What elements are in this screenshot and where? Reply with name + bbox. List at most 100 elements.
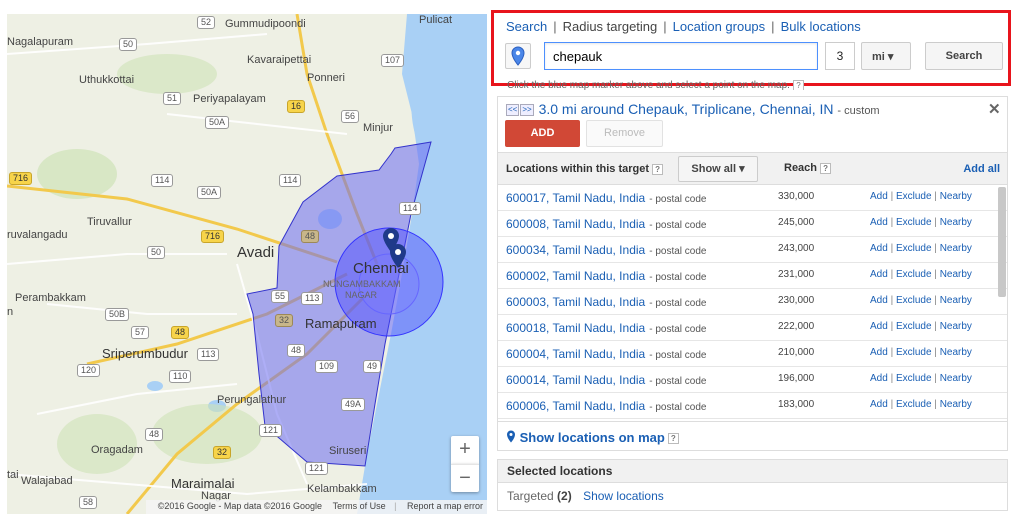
reach-value: 222,000	[778, 321, 815, 332]
location-name-link[interactable]: 600004, Tamil Nadu, India	[506, 347, 645, 361]
radius-input[interactable]: 3	[825, 42, 855, 70]
add-link[interactable]: Add	[870, 269, 888, 280]
map-label: ruvalangadu	[7, 229, 68, 241]
nearby-link[interactable]: Nearby	[940, 347, 972, 358]
add-link[interactable]: Add	[870, 321, 888, 332]
table-row: 600034, Tamil Nadu, India - postal code 2…	[498, 237, 1007, 263]
map-label: Walajabad	[21, 475, 73, 487]
add-link[interactable]: Add	[870, 347, 888, 358]
target-title-text[interactable]: 3.0 mi around Chepauk, Triplicane, Chenn…	[539, 101, 834, 117]
road-shield: 109	[315, 360, 339, 373]
location-name-link[interactable]: 600017, Tamil Nadu, India	[506, 191, 645, 205]
show-all-dropdown[interactable]: Show all ▾	[678, 156, 758, 182]
location-name-link[interactable]: 600034, Tamil Nadu, India	[506, 243, 645, 257]
nearby-link[interactable]: Nearby	[940, 295, 972, 306]
reach-value: 330,000	[778, 191, 815, 202]
map-label: Sriperumbudur	[102, 346, 188, 361]
map-label: Pulicat	[419, 14, 453, 26]
map-label: n	[7, 306, 14, 318]
road-shield: 114	[151, 174, 174, 187]
location-name-link[interactable]: 600003, Tamil Nadu, India	[506, 295, 645, 309]
table-row: 600018, Tamil Nadu, India - postal code 2…	[498, 315, 1007, 341]
exclude-link[interactable]: Exclude	[896, 217, 932, 228]
add-link[interactable]: Add	[870, 243, 888, 254]
road-shield: 48	[171, 326, 190, 339]
drop-pin-button[interactable]	[505, 43, 531, 69]
tab-bulk-locations[interactable]: Bulk locations	[781, 19, 861, 34]
map-label: Kelambakkam	[307, 483, 377, 495]
add-link[interactable]: Add	[870, 373, 888, 384]
exclude-link[interactable]: Exclude	[896, 243, 932, 254]
table-row: 600003, Tamil Nadu, India - postal code 2…	[498, 289, 1007, 315]
next-target-button[interactable]: >>	[520, 104, 534, 116]
show-locations-link[interactable]: Show locations	[583, 489, 664, 503]
map-footer: ©2016 Google - Map data ©2016 Google Ter…	[145, 500, 487, 514]
nearby-link[interactable]: Nearby	[940, 373, 972, 384]
nearby-link[interactable]: Nearby	[940, 243, 972, 254]
location-type: - postal code	[649, 194, 707, 205]
exclude-link[interactable]: Exclude	[896, 373, 932, 384]
tab-search[interactable]: Search	[506, 19, 547, 34]
road-shield: 32	[213, 446, 232, 459]
exclude-link[interactable]: Exclude	[896, 399, 932, 410]
nearby-link[interactable]: Nearby	[940, 191, 972, 202]
map-label: Ramapuram	[305, 316, 377, 331]
add-link[interactable]: Add	[870, 217, 888, 228]
exclude-link[interactable]: Exclude	[896, 347, 932, 358]
add-all-link[interactable]: Add all	[963, 163, 1000, 175]
map-canvas[interactable]	[7, 14, 487, 514]
locations-header: Locations within this target? Show all ▾…	[497, 152, 1008, 185]
zoom-out-button[interactable]: −	[451, 464, 479, 492]
map-label: Nagalapuram	[7, 36, 74, 48]
table-row: 600002, Tamil Nadu, India - postal code 2…	[498, 263, 1007, 289]
nearby-link[interactable]: Nearby	[940, 399, 972, 410]
map-pin-icon	[511, 46, 525, 66]
location-name-link[interactable]: 600006, Tamil Nadu, India	[506, 399, 645, 413]
report-map-error-link[interactable]: Report a map error	[407, 501, 483, 511]
exclude-link[interactable]: Exclude	[896, 295, 932, 306]
location-name-link[interactable]: 600018, Tamil Nadu, India	[506, 321, 645, 335]
radius-unit-select[interactable]: mi ▾	[861, 42, 911, 70]
road-shield: 48	[145, 428, 164, 441]
location-search-input[interactable]	[544, 42, 818, 70]
nearby-link[interactable]: Nearby	[940, 321, 972, 332]
map-label: Tiruvallur	[87, 216, 132, 228]
zoom-in-button[interactable]: +	[451, 436, 479, 464]
location-name-link[interactable]: 600014, Tamil Nadu, India	[506, 373, 645, 387]
nearby-link[interactable]: Nearby	[940, 269, 972, 280]
locations-list[interactable]: 600017, Tamil Nadu, India - postal code 3…	[497, 185, 1008, 421]
exclude-link[interactable]: Exclude	[896, 191, 932, 202]
tab-location-groups[interactable]: Location groups	[673, 19, 766, 34]
add-button[interactable]: ADD	[505, 120, 580, 147]
help-icon[interactable]: ?	[792, 80, 804, 90]
help-icon[interactable]: ?	[667, 433, 679, 445]
terms-link[interactable]: Terms of Use	[333, 501, 386, 511]
location-name-link[interactable]: 600002, Tamil Nadu, India	[506, 269, 645, 283]
targeted-count: (2)	[557, 489, 572, 503]
road-shield: 51	[163, 92, 182, 105]
road-shield: 120	[77, 364, 101, 377]
location-type: - postal code	[649, 324, 707, 335]
road-shield: 48	[301, 230, 320, 243]
search-button[interactable]: Search	[925, 42, 1003, 70]
location-name-link[interactable]: 600008, Tamil Nadu, India	[506, 217, 645, 231]
show-locations-on-map-link[interactable]: Show locations on map?	[497, 421, 1008, 451]
add-link[interactable]: Add	[870, 399, 888, 410]
remove-button[interactable]: Remove	[586, 120, 663, 147]
add-link[interactable]: Add	[870, 191, 888, 202]
table-row: 600014, Tamil Nadu, India - postal code 1…	[498, 367, 1007, 393]
map-label: Ponneri	[307, 72, 345, 84]
nearby-link[interactable]: Nearby	[940, 217, 972, 228]
prev-target-button[interactable]: <<	[506, 104, 520, 116]
tab-radius-targeting[interactable]: Radius targeting	[563, 19, 658, 34]
road-shield: 121	[305, 462, 329, 475]
map[interactable]: Pulicat Gummudipoondi Nagalapuram Kavara…	[7, 14, 487, 514]
help-icon[interactable]: ?	[652, 163, 664, 175]
add-link[interactable]: Add	[870, 295, 888, 306]
exclude-link[interactable]: Exclude	[896, 269, 932, 280]
road-shield: 56	[341, 110, 360, 123]
list-scrollbar[interactable]	[998, 187, 1006, 297]
close-icon[interactable]: ✕	[988, 100, 1001, 118]
help-icon[interactable]: ?	[820, 162, 832, 174]
exclude-link[interactable]: Exclude	[896, 321, 932, 332]
